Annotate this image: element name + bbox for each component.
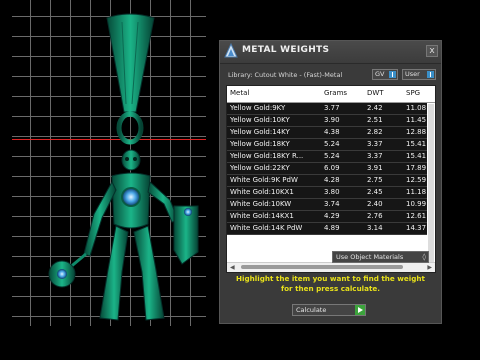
- scrollbar-thumb[interactable]: [241, 265, 403, 269]
- table-row[interactable]: White Gold:10KW 3.74 2.40 10.99: [227, 199, 427, 211]
- user-indicator-icon: [427, 71, 434, 78]
- table-row[interactable]: White Gold:9K PdW 4.28 2.75 12.59: [227, 175, 427, 187]
- metal-cell: White Gold:10KW: [230, 200, 292, 208]
- metal-cell: White Gold:14K PdW: [230, 224, 303, 232]
- scroll-right-icon[interactable]: ▶: [427, 263, 432, 272]
- table-row[interactable]: White Gold:10KX1 3.80 2.45 11.18: [227, 187, 427, 199]
- table-row[interactable]: White Gold:14KX1 4.29 2.76 12.61: [227, 211, 427, 223]
- dwt-cell: 2.40: [367, 200, 383, 208]
- close-icon[interactable]: x: [426, 45, 438, 57]
- dwt-cell: 2.75: [367, 176, 383, 184]
- table-header: Metal Grams DWT SPG: [227, 86, 435, 103]
- metal-cell: Yellow Gold:18KY: [230, 140, 290, 148]
- user-label: User: [405, 70, 420, 78]
- dwt-cell: 2.51: [367, 116, 383, 124]
- grams-cell: 4.38: [324, 128, 340, 136]
- dwt-cell: 3.37: [367, 140, 383, 148]
- dwt-cell: 2.82: [367, 128, 383, 136]
- viewport-3d[interactable]: [12, 0, 206, 326]
- gv-indicator-icon: [389, 71, 396, 78]
- grams-cell: 3.90: [324, 116, 340, 124]
- hint-text: Highlight the item you want to find the …: [220, 274, 441, 294]
- column-header[interactable]: SPG: [406, 89, 435, 97]
- metal-cell: Yellow Gold:10KY: [230, 116, 290, 124]
- column-header[interactable]: Metal: [230, 89, 322, 97]
- grams-cell: 4.89: [324, 224, 340, 232]
- metal-cell: White Gold:10KX1: [230, 188, 294, 196]
- object-materials-dropdown[interactable]: Use Object Materials ◊: [332, 251, 429, 263]
- column-header[interactable]: DWT: [367, 89, 401, 97]
- gv-label: GV: [375, 70, 385, 78]
- grams-cell: 4.28: [324, 176, 340, 184]
- grams-cell: 3.80: [324, 188, 340, 196]
- metal-cell: Yellow Gold:14KY: [230, 128, 290, 136]
- vertical-scrollbar[interactable]: [428, 104, 434, 264]
- dwt-cell: 3.14: [367, 224, 383, 232]
- grams-cell: 5.24: [324, 140, 340, 148]
- metal-cell: Yellow Gold:22KY: [230, 164, 290, 172]
- column-header[interactable]: Grams: [324, 89, 362, 97]
- table-row[interactable]: Yellow Gold:10KY 3.90 2.51 11.45: [227, 115, 427, 127]
- metal-cell: White Gold:14KX1: [230, 212, 294, 220]
- object-materials-label: Use Object Materials: [336, 253, 404, 261]
- dialog-title: METAL WEIGHTS: [242, 45, 330, 55]
- hint-line-1: Highlight the item you want to find the …: [236, 274, 425, 283]
- table-row[interactable]: Yellow Gold:22KY 6.09 3.91 17.89: [227, 163, 427, 175]
- gv-toggle[interactable]: GV: [372, 69, 398, 80]
- metal-cell: Yellow Gold:18KY R...: [230, 152, 304, 160]
- table-row[interactable]: Yellow Gold:9KY 3.77 2.42 11.08: [227, 103, 427, 115]
- dwt-cell: 2.76: [367, 212, 383, 220]
- scroll-left-icon[interactable]: ◀: [230, 263, 235, 272]
- dwt-cell: 2.45: [367, 188, 383, 196]
- library-label: Library: Cutout White - (Fast)-Metal: [228, 71, 343, 79]
- grams-cell: 3.74: [324, 200, 340, 208]
- table-row[interactable]: Yellow Gold:18KY 5.24 3.37 15.41: [227, 139, 427, 151]
- table-row[interactable]: Yellow Gold:18KY R... 5.24 3.37 15.41: [227, 151, 427, 163]
- dropdown-arrow-icon: ◊: [422, 253, 426, 261]
- pendant-model[interactable]: [12, 0, 206, 326]
- dwt-cell: 3.37: [367, 152, 383, 160]
- horizontal-scrollbar[interactable]: ◀ ▶: [227, 262, 435, 272]
- grams-cell: 6.09: [324, 164, 340, 172]
- calculate-label: Calculate: [296, 306, 327, 314]
- dwt-cell: 2.42: [367, 104, 383, 112]
- bottom-band: [0, 326, 480, 360]
- grams-cell: 3.77: [324, 104, 340, 112]
- table-row[interactable]: Yellow Gold:14KY 4.38 2.82 12.88: [227, 127, 427, 139]
- user-toggle[interactable]: User: [402, 69, 436, 80]
- app-logo-icon: [224, 43, 238, 58]
- hint-line-2: for then press calculate.: [280, 284, 381, 293]
- play-arrow-icon: [355, 305, 365, 315]
- metal-cell: White Gold:9K PdW: [230, 176, 298, 184]
- grams-cell: 4.29: [324, 212, 340, 220]
- table-row[interactable]: White Gold:14K PdW 4.89 3.14 14.37: [227, 223, 427, 235]
- grams-cell: 5.24: [324, 152, 340, 160]
- metal-weights-dialog: METAL WEIGHTS x Library: Cutout White - …: [219, 40, 442, 324]
- calculate-button[interactable]: Calculate: [292, 304, 366, 316]
- dialog-titlebar[interactable]: METAL WEIGHTS x: [220, 41, 441, 64]
- dwt-cell: 3.91: [367, 164, 383, 172]
- metal-cell: Yellow Gold:9KY: [230, 104, 286, 112]
- metal-table[interactable]: Metal Grams DWT SPG Yellow Gold:9KY 3.77…: [226, 85, 436, 273]
